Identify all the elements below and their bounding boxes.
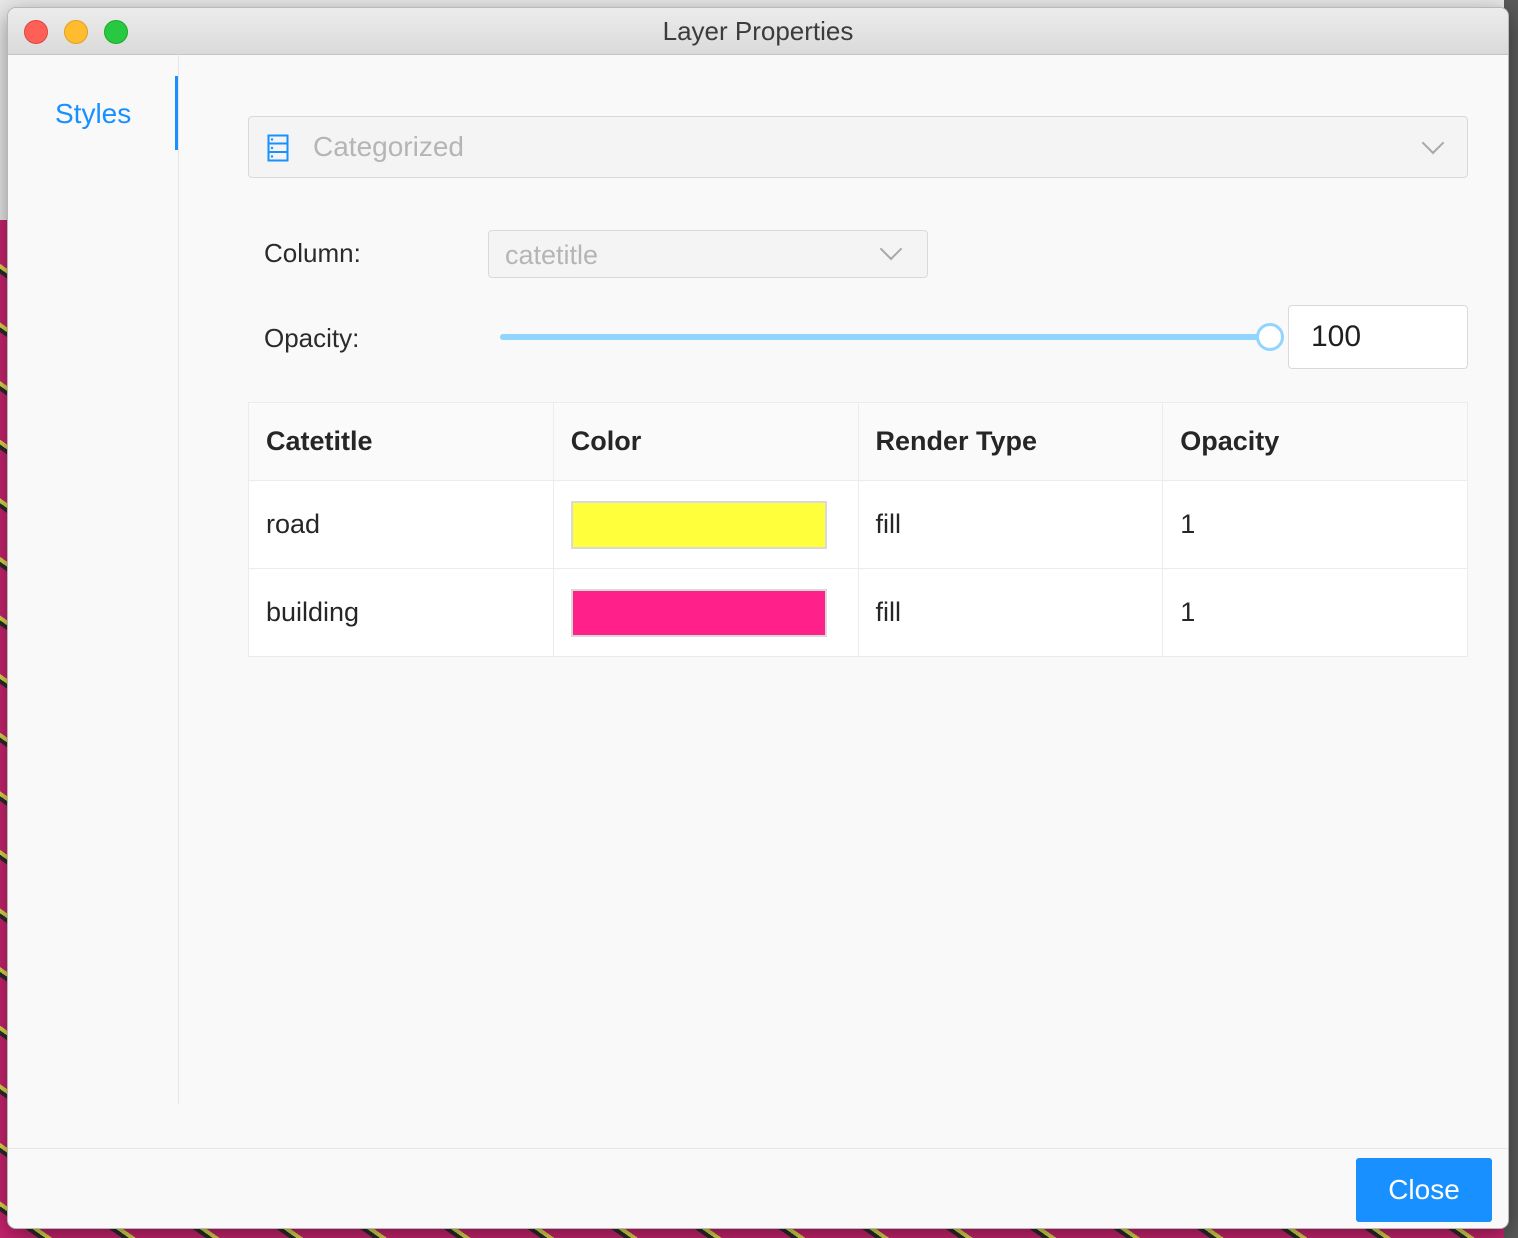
column-header-color: Color <box>552 402 859 481</box>
sidebar-item-styles[interactable]: Styles <box>8 76 178 150</box>
color-cell <box>552 480 859 569</box>
column-header-opacity: Opacity <box>1162 402 1468 481</box>
categories-table: Catetitle Color Render Type Opacity road… <box>248 402 1468 657</box>
column-value: catetitle <box>505 240 599 270</box>
layer-properties-dialog: Layer Properties Styles Categorized Colu… <box>8 8 1508 1228</box>
close-button[interactable]: Close <box>1356 1158 1492 1222</box>
list-icon <box>267 134 289 162</box>
column-select[interactable]: catetitle <box>488 230 928 278</box>
table-header-row: Catetitle Color Render Type Opacity <box>248 402 1468 481</box>
color-cell <box>552 568 859 657</box>
column-header-render-type: Render Type <box>857 402 1164 481</box>
column-label: Column: <box>264 238 361 268</box>
title-bar: Layer Properties <box>8 8 1508 55</box>
catetitle-cell: building <box>248 568 554 657</box>
opacity-cell: 1 <box>1162 480 1468 569</box>
render-type-value: Categorized <box>313 131 464 162</box>
slider-handle[interactable] <box>1256 323 1284 351</box>
window-title: Layer Properties <box>662 16 854 46</box>
table-row: building fill 1 <box>248 568 1468 657</box>
dialog-footer: Close <box>8 1148 1508 1228</box>
render-type-select[interactable]: Categorized <box>248 116 1468 178</box>
opacity-slider[interactable] <box>500 322 1284 352</box>
sidebar-item-label: Styles <box>55 98 132 129</box>
chevron-down-icon <box>1421 131 1445 155</box>
chevron-down-icon <box>879 237 903 261</box>
render-type-cell: fill <box>857 480 1164 569</box>
opacity-label: Opacity: <box>264 323 360 353</box>
slider-track <box>500 334 1270 340</box>
color-swatch[interactable] <box>570 500 827 549</box>
opacity-input[interactable] <box>1288 305 1468 369</box>
opacity-cell: 1 <box>1162 568 1468 657</box>
sidebar: Styles <box>8 54 179 1104</box>
table-row: road fill 1 <box>248 480 1468 569</box>
color-swatch[interactable] <box>570 588 827 637</box>
catetitle-cell: road <box>248 480 554 569</box>
column-header-catetitle: Catetitle <box>248 402 554 481</box>
render-type-cell: fill <box>857 568 1164 657</box>
